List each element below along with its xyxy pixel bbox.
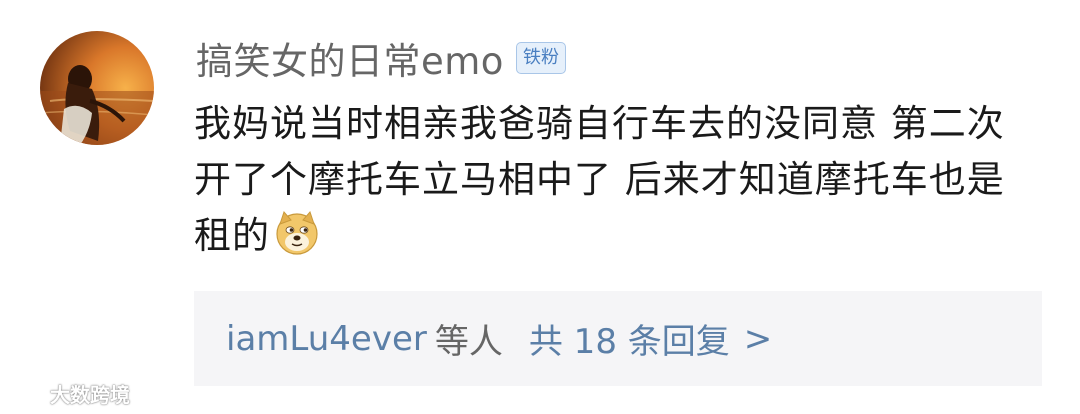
comment-body: 我妈说当时相亲我爸骑自行车去的没同意 第二次开了个摩托车立马相中了 后来才知道摩… — [194, 96, 1024, 264]
fan-badge: 铁粉 — [515, 42, 566, 74]
comment-card: 搞笑女的日常emo 铁粉 我妈说当时相亲我爸骑自行车去的没同意 第二次开了个摩托… — [0, 0, 1080, 414]
chevron-right-icon: > — [743, 318, 773, 359]
reply-username[interactable]: iamLu4ever — [226, 319, 427, 359]
watermark-text: 大数跨境 — [50, 382, 130, 407]
watermark: 大数跨境 — [8, 378, 130, 408]
avatar[interactable] — [40, 31, 154, 145]
doge-emoji-icon — [274, 210, 320, 256]
avatar-image — [40, 31, 154, 145]
reply-etc-label: 等人 — [434, 322, 503, 362]
username[interactable]: 搞笑女的日常emo — [196, 31, 504, 85]
reply-count-link[interactable]: 共 18 条回复 — [529, 314, 730, 363]
username-row: 搞笑女的日常emo 铁粉 — [196, 32, 566, 84]
bilibili-logo-icon — [8, 381, 44, 402]
replies-preview[interactable]: iamLu4ever 等人 共 18 条回复 > — [194, 291, 1042, 386]
